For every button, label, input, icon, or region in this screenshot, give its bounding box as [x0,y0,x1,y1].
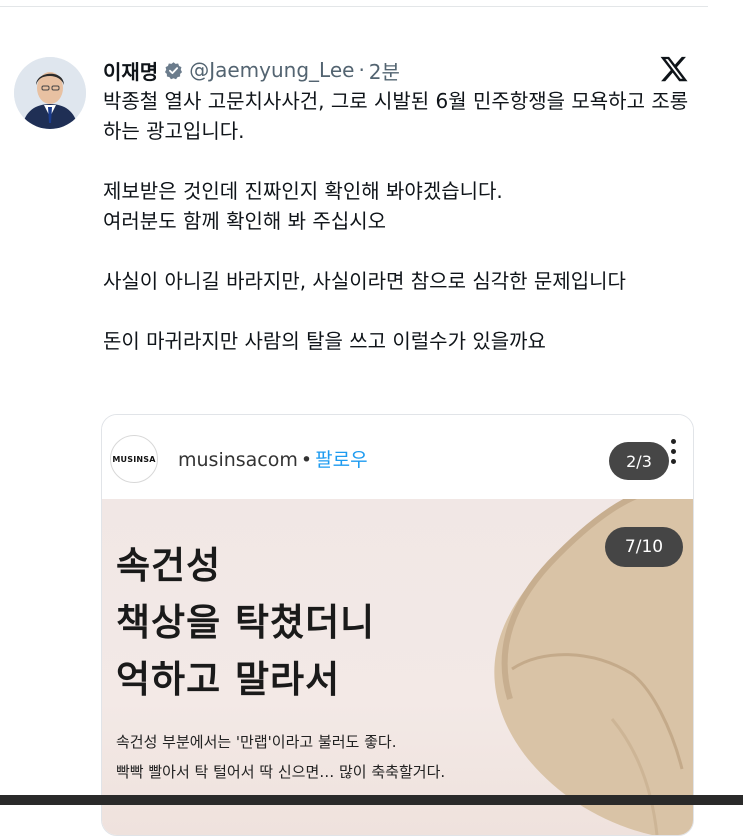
ad-description: 속건성 부분에서는 '만랩'이라고 불러도 좋다. 빡빡 빨아서 탁 털어서 딱… [116,727,445,787]
slide-indicator-badge: 7/10 [605,527,683,567]
description-line: 빡빡 빨아서 탁 털어서 딱 신으면… 많이 축축할거다. [116,763,446,781]
tweet-text: 박종철 열사 고문치사사건, 그로 시발된 6월 민주항쟁을 모욕하고 조롱하는… [103,86,693,356]
bottom-bar [0,795,743,805]
tweet-paragraph: 돈이 마귀라지만 사람의 탈을 쓰고 이럴수가 있을까요 [103,329,546,353]
tweet-paragraph: 제보받은 것인데 진짜인지 확인해 봐야겠습니다. [103,179,503,203]
page-indicator-badge: 2/3 [609,442,669,480]
tweet-paragraph: 여러분도 함께 확인해 봐 주십시오 [103,209,387,233]
tweet-header: 이재명 @Jaemyung_Lee · 2분 [103,55,400,85]
tweet[interactable]: 이재명 @Jaemyung_Lee · 2분 박종철 열사 고문치사사건, 그로… [0,0,743,836]
avatar-image [14,57,86,129]
author-handle[interactable]: @Jaemyung_Lee [189,58,354,82]
verified-badge-icon [165,61,183,79]
tweet-paragraph: 사실이 아니길 바라지만, 사실이라면 참으로 심각한 문제입니다 [103,269,626,293]
more-vertical-icon[interactable] [668,437,678,471]
description-line: 속건성 부분에서는 '만랩'이라고 불러도 좋다. [116,733,397,751]
tweet-time[interactable]: 2분 [369,56,400,85]
headline-line: 속건성 [116,544,222,587]
follow-link[interactable]: 팔로우 [315,449,367,471]
account-separator: • [300,449,313,471]
ad-headline: 속건성 책상을 탁쳤더니 억하고 말라서 [116,537,375,708]
avatar[interactable] [14,57,86,129]
account-line: musinsacom • 팔로우 [178,445,368,472]
headline-line: 억하고 말라서 [116,658,341,701]
author-name[interactable]: 이재명 [103,56,158,85]
brand-logo[interactable]: MUSINSA [110,435,158,483]
attached-image-card[interactable]: MUSINSA musinsacom • 팔로우 2/3 7/10 속건성 책상을 … [101,414,694,836]
instagram-post-header: MUSINSA musinsacom • 팔로우 2/3 [102,415,693,499]
x-logo-icon[interactable] [659,54,689,84]
tweet-paragraph: 박종철 열사 고문치사사건, 그로 시발된 6월 민주항쟁을 모욕하고 조롱하는… [103,89,689,143]
header-separator: · [358,58,365,82]
ad-image: 7/10 속건성 책상을 탁쳤더니 억하고 말라서 속건성 부분에서는 '만랩'… [102,499,693,835]
account-name[interactable]: musinsacom [178,449,298,471]
headline-line: 책상을 탁쳤더니 [116,601,376,644]
